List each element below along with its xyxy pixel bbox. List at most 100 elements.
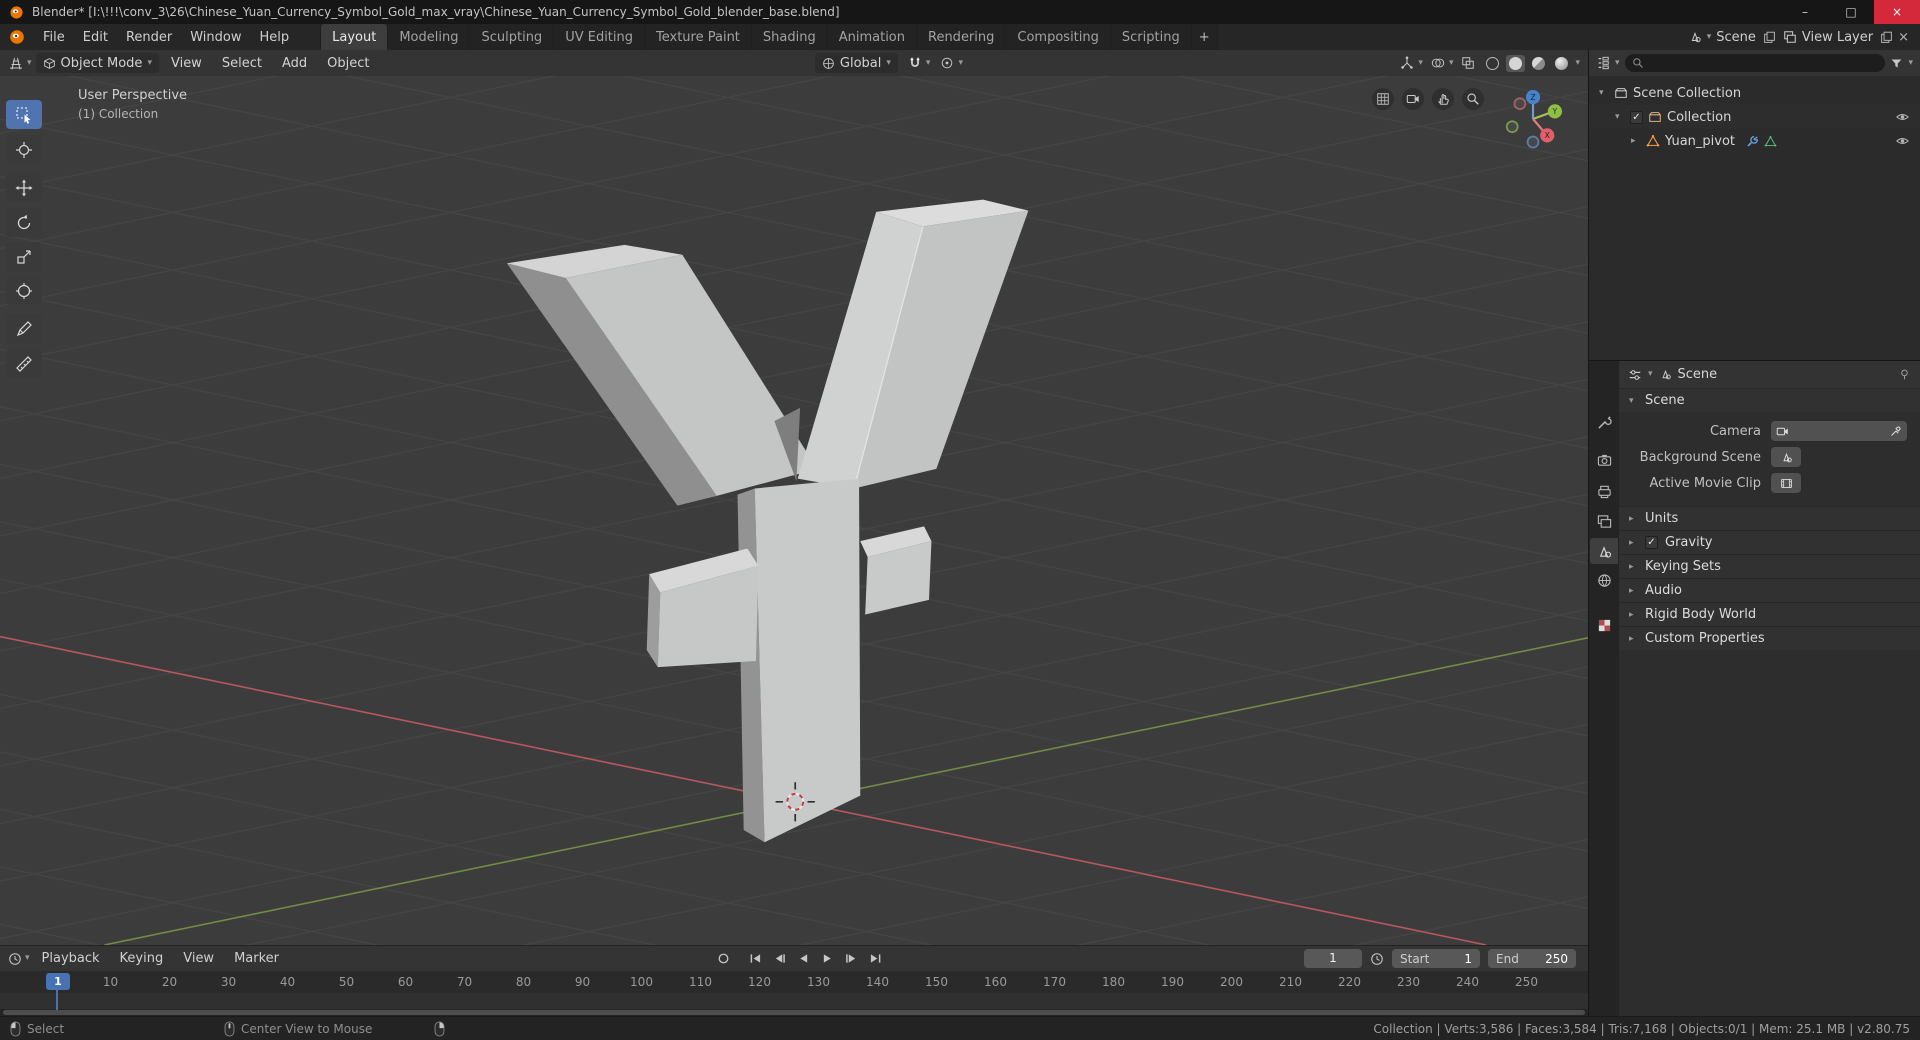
timeline-menu-marker[interactable]: Marker bbox=[226, 951, 287, 966]
editor-type-outliner-icon[interactable] bbox=[1596, 56, 1610, 70]
cursor-tool[interactable] bbox=[6, 135, 42, 164]
tab-animation[interactable]: Animation bbox=[827, 24, 917, 50]
show-gizmo-icon[interactable] bbox=[1400, 56, 1414, 70]
gravity-checkbox[interactable]: ✓ bbox=[1645, 536, 1658, 549]
filter-icon[interactable] bbox=[1890, 57, 1903, 70]
viewport-menu-add[interactable]: Add bbox=[274, 56, 315, 71]
transform-orientation-dropdown[interactable]: Global ▾ bbox=[814, 53, 898, 73]
panel-units[interactable]: ▸ Units bbox=[1619, 506, 1920, 530]
navigation-gizmo[interactable]: Z Y X bbox=[1498, 84, 1568, 154]
expanded-arrow-icon[interactable]: ▾ bbox=[1599, 88, 1609, 98]
collection-exclude-checkbox[interactable]: ✓ bbox=[1630, 110, 1643, 124]
xray-toggle-icon[interactable] bbox=[1461, 56, 1475, 70]
timeline-ruler[interactable]: 10 20 30 40 50 60 70 80 90 100 110 120 1… bbox=[0, 971, 1588, 993]
next-keyframe-button[interactable] bbox=[842, 950, 861, 967]
visibility-eye-icon[interactable] bbox=[1895, 134, 1910, 148]
tab-tool-properties[interactable] bbox=[1590, 409, 1618, 435]
tab-texture-properties[interactable] bbox=[1590, 612, 1618, 638]
timeline-menu-playback[interactable]: Playback bbox=[34, 951, 108, 966]
shading-wireframe-button[interactable] bbox=[1483, 55, 1502, 72]
chevron-down-icon[interactable]: ▾ bbox=[926, 58, 931, 68]
tab-texture-paint[interactable]: Texture Paint bbox=[645, 24, 752, 50]
menu-help[interactable]: Help bbox=[251, 24, 299, 50]
play-reverse-button[interactable] bbox=[794, 950, 813, 967]
pin-icon[interactable] bbox=[1898, 368, 1911, 381]
minimize-button[interactable]: – bbox=[1782, 0, 1828, 24]
select-box-tool[interactable] bbox=[6, 100, 42, 129]
menu-edit[interactable]: Edit bbox=[74, 24, 117, 50]
shading-solid-button[interactable] bbox=[1506, 54, 1526, 72]
play-button[interactable] bbox=[818, 950, 837, 967]
proportional-editing-icon[interactable] bbox=[940, 56, 954, 70]
timeline-scrollbar-thumb[interactable] bbox=[3, 1010, 1585, 1015]
ortho-grid-icon[interactable] bbox=[1372, 88, 1394, 110]
panel-audio[interactable]: ▸ Audio bbox=[1619, 578, 1920, 602]
move-tool[interactable] bbox=[6, 173, 42, 202]
3d-viewport-canvas[interactable]: User Perspective (1) Collection Z Y X bbox=[0, 76, 1588, 945]
editor-type-timeline-icon[interactable]: ▾ bbox=[8, 952, 30, 966]
timeline-scrollbar[interactable] bbox=[0, 1009, 1588, 1016]
panel-gravity[interactable]: ▸ ✓ Gravity bbox=[1619, 530, 1920, 554]
tab-rendering[interactable]: Rendering bbox=[917, 24, 1007, 50]
zoom-icon[interactable] bbox=[1462, 88, 1484, 110]
current-frame-badge[interactable]: 1 bbox=[46, 973, 70, 990]
tab-uv-editing[interactable]: UV Editing bbox=[554, 24, 646, 50]
menu-render[interactable]: Render bbox=[117, 24, 181, 50]
new-view-layer-button[interactable] bbox=[1880, 31, 1893, 44]
outliner-search-input[interactable] bbox=[1624, 54, 1886, 72]
tab-scene-properties[interactable] bbox=[1590, 538, 1618, 564]
tab-compositing[interactable]: Compositing bbox=[1006, 24, 1111, 50]
gizmo-neg-x-ball[interactable] bbox=[1513, 97, 1527, 111]
tab-view-layer-properties[interactable] bbox=[1590, 508, 1618, 534]
modifier-wrench-icon[interactable] bbox=[1746, 135, 1759, 148]
new-scene-button[interactable] bbox=[1763, 31, 1776, 44]
current-frame-line[interactable] bbox=[56, 990, 58, 1010]
camera-field[interactable] bbox=[1771, 421, 1907, 441]
tab-shading[interactable]: Shading bbox=[751, 24, 828, 50]
measure-tool[interactable] bbox=[6, 349, 42, 378]
rotate-tool[interactable] bbox=[6, 208, 42, 237]
current-frame-field[interactable]: 1 bbox=[1304, 949, 1362, 968]
visibility-eye-icon[interactable] bbox=[1895, 110, 1910, 124]
scene-selector[interactable]: ▾ Scene bbox=[1683, 28, 1761, 47]
blender-menu-icon[interactable] bbox=[0, 24, 34, 50]
active-movie-clip-field[interactable] bbox=[1771, 473, 1801, 493]
tab-render-properties[interactable] bbox=[1590, 447, 1618, 473]
chevron-down-icon[interactable]: ▾ bbox=[1575, 58, 1580, 68]
viewport-menu-object[interactable]: Object bbox=[319, 56, 377, 71]
gizmo-neg-z-ball[interactable] bbox=[1526, 135, 1540, 149]
tab-world-properties[interactable] bbox=[1590, 567, 1618, 593]
tab-layout[interactable]: Layout bbox=[320, 24, 389, 50]
annotate-tool[interactable] bbox=[6, 314, 42, 343]
chevron-down-icon[interactable]: ▾ bbox=[1418, 58, 1423, 68]
preview-range-clock-icon[interactable] bbox=[1370, 952, 1384, 966]
auto-keying-record-button[interactable] bbox=[714, 950, 733, 967]
mode-dropdown[interactable]: Object Mode ▾ bbox=[35, 53, 159, 73]
viewport-menu-view[interactable]: View bbox=[163, 56, 210, 71]
outliner-row-collection[interactable]: ▾ ✓ Collection bbox=[1589, 105, 1920, 129]
add-workspace-button[interactable]: + bbox=[1191, 24, 1218, 50]
background-scene-field[interactable] bbox=[1771, 447, 1801, 467]
viewport-menu-select[interactable]: Select bbox=[214, 56, 270, 71]
chevron-down-icon[interactable]: ▾ bbox=[1449, 58, 1454, 68]
scale-tool[interactable] bbox=[6, 242, 42, 271]
start-frame-field[interactable]: Start 1 bbox=[1392, 949, 1480, 968]
snap-magnet-icon[interactable] bbox=[908, 56, 922, 70]
expanded-arrow-icon[interactable]: ▾ bbox=[1615, 112, 1625, 122]
tab-output-properties[interactable] bbox=[1590, 478, 1618, 504]
panel-scene[interactable]: ▾ Scene bbox=[1619, 388, 1920, 412]
timeline-tracks[interactable] bbox=[0, 993, 1588, 1009]
panel-rigid-body-world[interactable]: ▸ Rigid Body World bbox=[1619, 602, 1920, 626]
collapsed-arrow-icon[interactable]: ▸ bbox=[1631, 136, 1641, 146]
panel-keying-sets[interactable]: ▸ Keying Sets bbox=[1619, 554, 1920, 578]
transform-tool[interactable] bbox=[6, 276, 42, 305]
panel-custom-properties[interactable]: ▸ Custom Properties bbox=[1619, 626, 1920, 650]
timeline-menu-view[interactable]: View bbox=[175, 951, 222, 966]
editor-type-properties-icon[interactable] bbox=[1628, 368, 1642, 382]
camera-view-icon[interactable] bbox=[1402, 88, 1424, 110]
previous-keyframe-button[interactable] bbox=[770, 950, 789, 967]
eyedropper-icon[interactable] bbox=[1890, 425, 1902, 437]
view-layer-selector[interactable]: View Layer bbox=[1778, 28, 1878, 47]
menu-window[interactable]: Window bbox=[181, 24, 250, 50]
tab-sculpting[interactable]: Sculpting bbox=[470, 24, 555, 50]
